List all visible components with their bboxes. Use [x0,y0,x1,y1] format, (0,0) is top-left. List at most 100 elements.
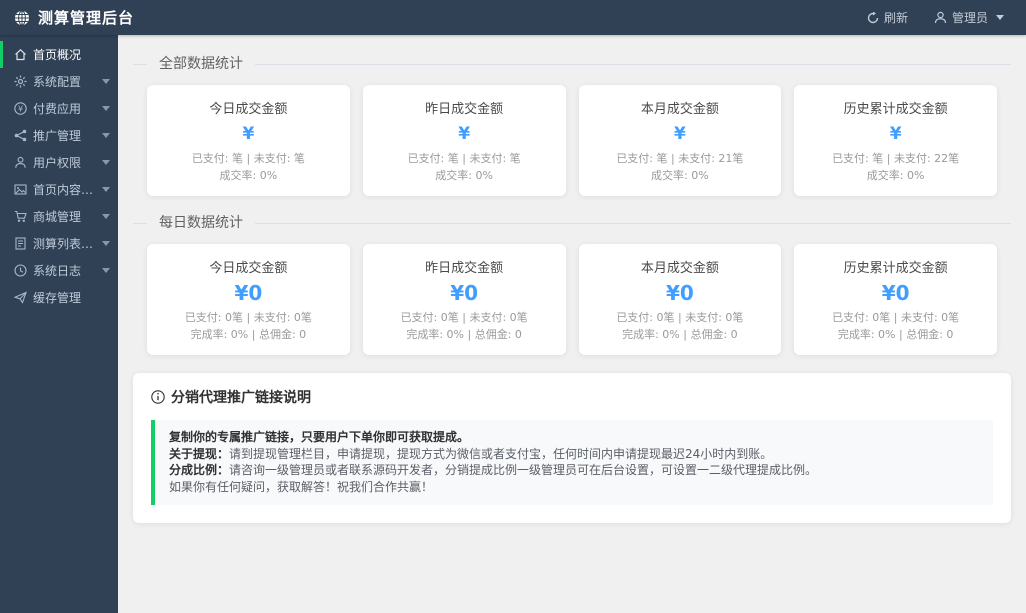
stat-card-today-amount: 今日成交金额 ¥0 已支付: 0笔 | 未支付: 0笔 完成率: 0% | 总佣… [147,244,350,355]
sidebar-item-label: 付费应用 [33,102,82,116]
card-rate: 成交率: 0% [651,169,709,182]
sidebar-item-mall[interactable]: 商城管理 [0,203,118,230]
sidebar-item-promotion[interactable]: 推广管理 [0,122,118,149]
card-amount: ¥0 [881,281,910,305]
card-rate: 成交率: 0% [866,169,925,182]
card-rate-commission: 完成率: 0% | 总佣金: 0 [622,328,738,341]
sidebar-item-label: 推广管理 [33,129,82,143]
card-amount: ¥0 [665,281,694,305]
sidebar-item-paid-apps[interactable]: ¥ 付费应用 [0,95,118,122]
refresh-icon [867,11,879,24]
share-icon [14,129,27,142]
notice-line: 关于提现：请到提现管理栏目，申请提现，提现方式为微信或者支付宝，任何时间内申请提… [169,446,773,461]
card-amount: ¥ [889,124,902,144]
sidebar-item-system-config[interactable]: 系统配置 [0,68,118,95]
card-title: 本月成交金额 [640,261,719,276]
stat-card-history-amount: 历史累计成交金额 ¥0 已支付: 0笔 | 未支付: 0笔 完成率: 0% | … [794,244,997,355]
notice-line: 复制你的专属推广链接，只要用户下单你即可获取提成。 [169,430,470,444]
promo-notice-body: 复制你的专属推广链接，只要用户下单你即可获取提成。 关于提现：请到提现管理栏目，… [151,420,993,505]
sidebar-item-home-overview[interactable]: 首页概况 [0,41,118,68]
stat-card-month-amount: 本月成交金额 ¥0 已支付: 0笔 | 未支付: 0笔 完成率: 0% | 总佣… [578,244,782,355]
app-title: 测算管理后台 [38,9,135,27]
all-stats-card-row: 今日成交金额 ¥ 已支付: 笔 | 未支付: 笔 成交率: 0% 昨日成交金额 … [147,85,997,196]
card-paid-unpaid: 已支付: 笔 | 未支付: 笔 [191,152,305,165]
divider-line [133,64,1011,65]
chevron-down-icon [102,268,110,273]
header-actions: 刷新 管理员 [867,9,1026,26]
clock-icon [14,264,27,277]
send-icon [14,291,27,304]
section-title: 每日数据统计 [147,212,255,234]
promo-notice-panel: 分销代理推广链接说明 复制你的专属推广链接，只要用户下单你即可获取提成。 关于提… [133,373,1011,523]
card-paid-unpaid: 已支付: 0笔 | 未支付: 0笔 [400,311,528,324]
card-amount: ¥ [458,124,471,144]
card-rate-commission: 完成率: 0% | 总佣金: 0 [406,328,522,341]
sidebar-item-label: 测算列表管理 [33,237,96,251]
sidebar-item-label: 缓存管理 [33,291,82,305]
card-paid-unpaid: 已支付: 0笔 | 未支付: 0笔 [184,311,312,324]
card-title: 昨日成交金额 [425,102,504,117]
sidebar-item-system-logs[interactable]: 系统日志 [0,257,118,284]
card-title: 今日成交金额 [209,261,288,276]
card-title: 历史累计成交金额 [843,102,948,117]
user-icon [14,156,27,169]
chevron-down-icon [102,133,110,138]
cart-icon [14,210,27,223]
info-icon [151,390,165,404]
sidebar-item-label: 首页概况 [33,48,82,62]
card-paid-unpaid: 已支付: 笔 | 未支付: 笔 [407,152,521,165]
section-divider-daily-stats: 每日数据统计 [133,212,1011,234]
sidebar-item-user-permissions[interactable]: 用户权限 [0,149,118,176]
stat-card-today-amount: 今日成交金额 ¥ 已支付: 笔 | 未支付: 笔 成交率: 0% [147,85,350,196]
promo-notice-header: 分销代理推广链接说明 [151,387,993,420]
card-title: 历史累计成交金额 [843,261,948,276]
card-amount: ¥ [673,124,686,144]
sidebar-item-label: 首页内容管理 [33,183,96,197]
sidebar-item-label: 系统配置 [33,75,82,89]
sidebar-item-home-content[interactable]: 首页内容管理 [0,176,118,203]
card-paid-unpaid: 已支付: 0笔 | 未支付: 0笔 [832,311,960,324]
chevron-down-icon [102,160,110,165]
picture-icon [14,183,27,196]
brand: 测算管理后台 [0,7,240,28]
chevron-down-icon [102,241,110,246]
gear-icon [14,75,27,88]
chevron-down-icon [102,214,110,219]
user-menu[interactable]: 管理员 [934,9,1004,26]
section-title: 全部数据统计 [147,53,255,75]
stat-card-month-amount: 本月成交金额 ¥ 已支付: 笔 | 未支付: 21笔 成交率: 0% [578,85,782,196]
chevron-down-icon [996,15,1004,20]
card-rate-commission: 完成率: 0% | 总佣金: 0 [837,328,954,341]
card-title: 今日成交金额 [209,102,288,117]
home-icon [14,48,27,61]
chevron-down-icon [102,106,110,111]
stat-card-yesterday-amount: 昨日成交金额 ¥0 已支付: 0笔 | 未支付: 0笔 完成率: 0% | 总佣… [362,244,566,355]
sidebar-item-label: 系统日志 [33,264,82,278]
sidebar: 首页概况 系统配置 ¥ 付费应用 推广管理 用户权限 首页内容管 商城管理 测算… [0,35,118,613]
sidebar-item-cache[interactable]: 缓存管理 [0,284,118,311]
sidebar-item-calc-list[interactable]: 测算列表管理 [0,230,118,257]
daily-stats-card-row: 今日成交金额 ¥0 已支付: 0笔 | 未支付: 0笔 完成率: 0% | 总佣… [147,244,997,355]
refresh-label: 刷新 [883,11,908,25]
card-title: 昨日成交金额 [425,261,504,276]
stat-card-history-amount: 历史累计成交金额 ¥ 已支付: 笔 | 未支付: 22笔 成交率: 0% [794,85,997,196]
app-logo-globe-icon [14,10,30,26]
document-icon [14,237,27,250]
main-content: 全部数据统计 今日成交金额 ¥ 已支付: 笔 | 未支付: 笔 成交率: 0% … [118,35,1026,613]
card-rate-commission: 完成率: 0% | 总佣金: 0 [190,328,307,341]
user-icon [934,11,947,24]
app-header: 测算管理后台 刷新 管理员 [0,0,1026,35]
notice-line: 分成比例：请咨询一级管理员或者联系源码开发者，分销提成比例一级管理员可在后台设置… [169,463,818,477]
card-paid-unpaid: 已支付: 笔 | 未支付: 21笔 [616,152,744,165]
refresh-button[interactable]: 刷新 [867,9,908,26]
svg-text:¥: ¥ [18,104,23,113]
card-rate: 成交率: 0% [219,169,278,182]
card-amount: ¥0 [450,281,479,305]
card-title: 本月成交金额 [640,102,719,117]
card-paid-unpaid: 已支付: 笔 | 未支付: 22笔 [832,152,960,165]
sidebar-item-label: 商城管理 [33,210,82,224]
card-amount: ¥0 [234,281,263,305]
section-divider-all-stats: 全部数据统计 [133,53,1011,75]
chevron-down-icon [102,79,110,84]
card-rate: 成交率: 0% [435,169,493,182]
